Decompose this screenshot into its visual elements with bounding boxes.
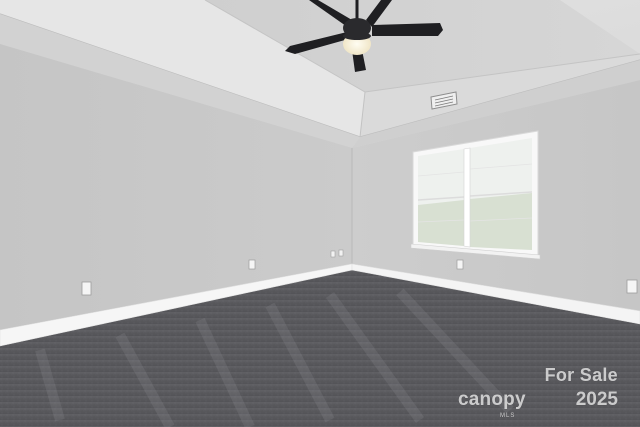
room-illustration xyxy=(0,0,640,427)
outlet-corner-2 xyxy=(338,249,344,257)
outlet-right-edge xyxy=(626,279,638,294)
outlet-left xyxy=(81,281,92,296)
outlet-right-wall xyxy=(456,259,464,270)
window xyxy=(410,130,541,260)
fan-blade-right xyxy=(372,23,443,36)
room-photo: For Sale canopy MLS 2025 xyxy=(0,0,640,427)
outlet-corner-1 xyxy=(330,250,336,258)
outlet-mid xyxy=(248,259,256,270)
